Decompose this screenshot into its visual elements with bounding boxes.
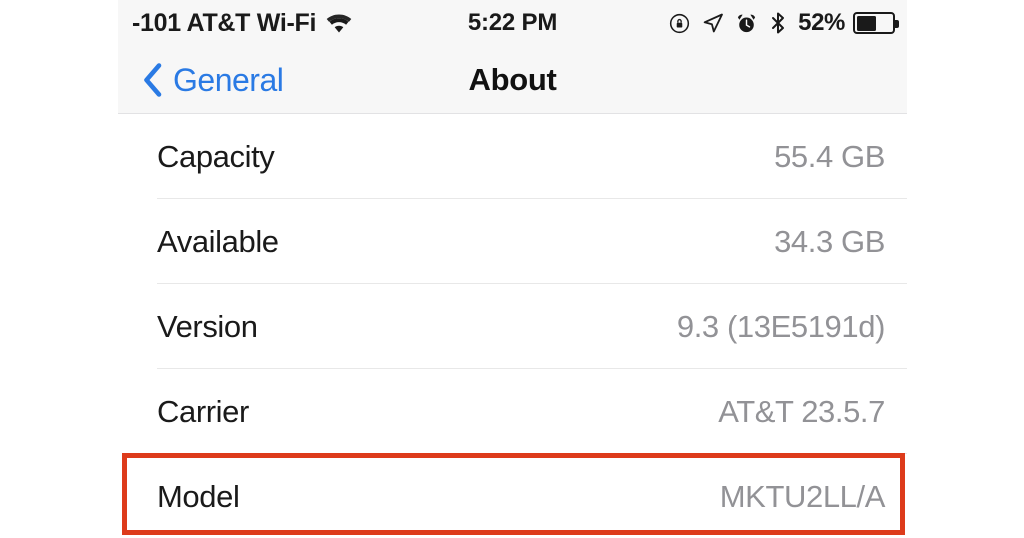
row-value: 55.4 GB xyxy=(774,138,885,174)
about-settings-list: Capacity 55.4 GB Available 34.3 GB Version 9.… xyxy=(118,114,907,538)
bluetooth-icon xyxy=(768,11,788,35)
row-value: AT&T 23.5.7 xyxy=(718,393,885,429)
navigation-bar: General About xyxy=(118,46,907,114)
screenshot-page: -101 AT&T Wi-Fi 5:22 PM 52% General Abou… xyxy=(0,0,1024,538)
battery-icon xyxy=(853,12,899,34)
row-value: MKTU2LL/A xyxy=(719,478,886,514)
table-row: Available 34.3 GB xyxy=(118,199,907,284)
alarm-clock-icon xyxy=(735,12,758,35)
row-label: Carrier xyxy=(157,393,249,429)
table-row: Version 9.3 (13E5191d) xyxy=(118,284,907,369)
status-bar: -101 AT&T Wi-Fi 5:22 PM 52% xyxy=(118,0,907,46)
row-label: Capacity xyxy=(157,138,275,174)
table-row: Carrier AT&T 23.5.7 xyxy=(118,369,907,454)
row-label: Model xyxy=(157,478,240,514)
row-label: Version xyxy=(157,308,258,344)
table-row: Capacity 55.4 GB xyxy=(118,114,907,199)
battery-percent-label: 52% xyxy=(798,9,845,36)
row-label: Available xyxy=(157,223,279,259)
table-row: Model MKTU2LL/A xyxy=(118,454,907,538)
row-value: 9.3 (13E5191d) xyxy=(676,308,886,344)
row-value: 34.3 GB xyxy=(774,223,885,259)
location-arrow-icon xyxy=(701,11,725,35)
status-bar-right: 52% xyxy=(668,9,899,37)
page-title: About xyxy=(468,61,557,97)
rotation-lock-icon xyxy=(668,12,691,35)
ios-settings-screen: -101 AT&T Wi-Fi 5:22 PM 52% General Abou… xyxy=(118,0,907,538)
